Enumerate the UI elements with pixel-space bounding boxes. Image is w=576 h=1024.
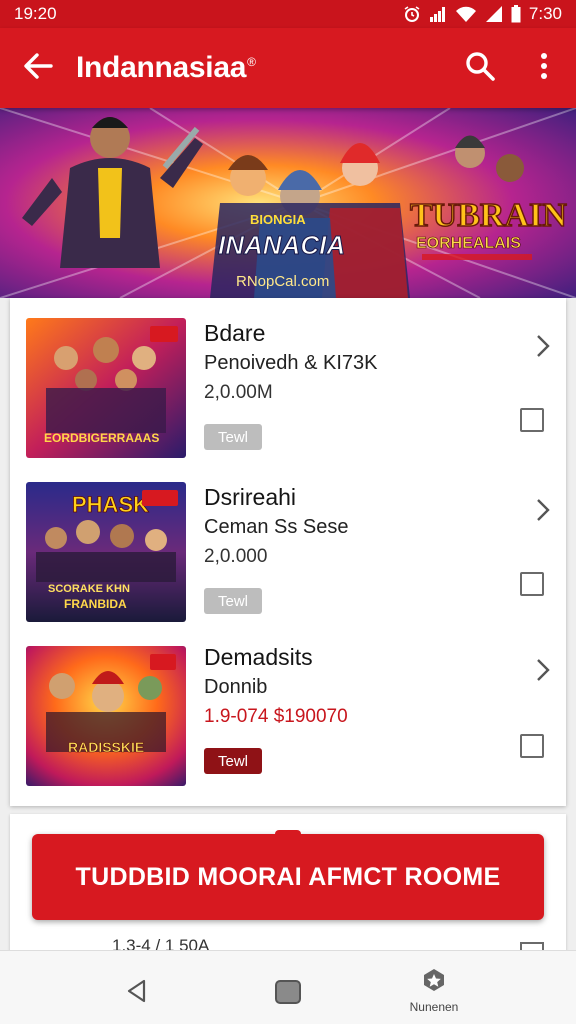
chevron-right-icon[interactable] xyxy=(536,658,550,687)
banner-artwork: BIONGIA INANACIA RNopCal.com TUBRAIN EOR… xyxy=(0,108,576,298)
item-price: 1.9-074 $190070 xyxy=(204,706,348,727)
battery-icon xyxy=(511,5,521,23)
item-subtitle: Donnib xyxy=(204,676,268,698)
wifi-icon xyxy=(455,5,477,23)
arrow-left-icon xyxy=(23,52,53,84)
search-button[interactable] xyxy=(448,28,512,108)
hero-banner[interactable]: BIONGIA INANACIA RNopCal.com TUBRAIN EOR… xyxy=(0,108,576,298)
thumb-caption: RADISSKIE xyxy=(68,739,144,755)
registered-mark: ® xyxy=(247,55,256,69)
item-tag[interactable]: Tewl xyxy=(204,424,262,450)
item-price: 2,0.000 xyxy=(204,546,268,567)
item-subtitle: Penoivedh & KI73K xyxy=(204,352,378,374)
page-title: Indannasiaa® xyxy=(76,51,448,85)
banner-title-left: INANACIA xyxy=(218,230,345,260)
cta-label: TUDDBID MOORAI AFMCT ROOME xyxy=(75,862,501,891)
button-notch xyxy=(275,830,301,838)
nav-extra-button[interactable]: Nunenen xyxy=(404,967,464,1014)
item-tag[interactable]: Tewl xyxy=(204,748,262,774)
search-icon xyxy=(464,50,496,87)
product-thumbnail: RADISSKIE xyxy=(26,646,186,786)
item-checkbox[interactable] xyxy=(520,572,544,596)
chevron-right-icon[interactable] xyxy=(536,498,550,527)
cell-signal-icon xyxy=(485,5,503,23)
list-item[interactable]: RADISSKIE Demadsits Donnib 1.9-074 $1900… xyxy=(10,622,566,786)
title-text: Indannasiaa xyxy=(76,51,247,84)
status-time-right: 7:30 xyxy=(528,4,562,23)
list-item[interactable]: EORDBIGERRAAAS Bdare Penoivedh & KI73K 2… xyxy=(10,298,566,458)
triangle-back-icon[interactable] xyxy=(126,979,148,1008)
chevron-right-icon[interactable] xyxy=(536,334,550,363)
more-vertical-icon xyxy=(540,52,548,85)
product-thumbnail: PHASK SCORAKE KHN FRANBIDA xyxy=(26,482,186,622)
item-checkbox[interactable] xyxy=(520,734,544,758)
item-tag[interactable]: Tewl xyxy=(204,588,262,614)
banner-title-right-1: TUBRAIN xyxy=(410,197,567,234)
item-checkbox[interactable] xyxy=(520,408,544,432)
app-bar: Indannasiaa® xyxy=(0,28,576,108)
alarm-icon xyxy=(403,5,421,23)
star-badge-icon xyxy=(421,969,447,997)
product-list: EORDBIGERRAAAS Bdare Penoivedh & KI73K 2… xyxy=(10,298,566,806)
item-name: Demadsits xyxy=(204,644,313,670)
banner-title-right-2: EORHEALAIS xyxy=(416,235,521,252)
banner-url: RNopCal.com xyxy=(236,273,329,290)
system-nav-bar: Nunenen xyxy=(0,950,576,1024)
thumb-title: PHASK xyxy=(72,492,149,517)
item-price: 2,0.00M xyxy=(204,382,273,403)
back-button[interactable] xyxy=(0,28,76,108)
more-options-button[interactable] xyxy=(512,28,576,108)
banner-small-line: BIONGIA xyxy=(250,212,306,227)
primary-action-button[interactable]: TUDDBID MOORAI AFMCT ROOME xyxy=(32,830,544,920)
status-time-left: 19:20 xyxy=(14,4,57,23)
thumb-caption-2: FRANBIDA xyxy=(64,597,127,611)
square-home-icon[interactable] xyxy=(274,979,302,1010)
list-item[interactable]: PHASK SCORAKE KHN FRANBIDA Dsrireahi Cem… xyxy=(10,462,566,622)
thumb-caption: EORDBIGERRAAAS xyxy=(44,431,159,445)
thumb-caption: SCORAKE KHN xyxy=(48,583,130,595)
item-name: Dsrireahi xyxy=(204,484,297,510)
item-subtitle: Ceman Ss Sese xyxy=(204,516,349,538)
signal-icon xyxy=(429,5,447,23)
nav-extra-label: Nunenen xyxy=(409,1000,459,1014)
item-name: Bdare xyxy=(204,320,266,346)
status-bar: 19:20 7:30 xyxy=(0,0,576,28)
product-thumbnail: EORDBIGERRAAAS xyxy=(26,318,186,458)
